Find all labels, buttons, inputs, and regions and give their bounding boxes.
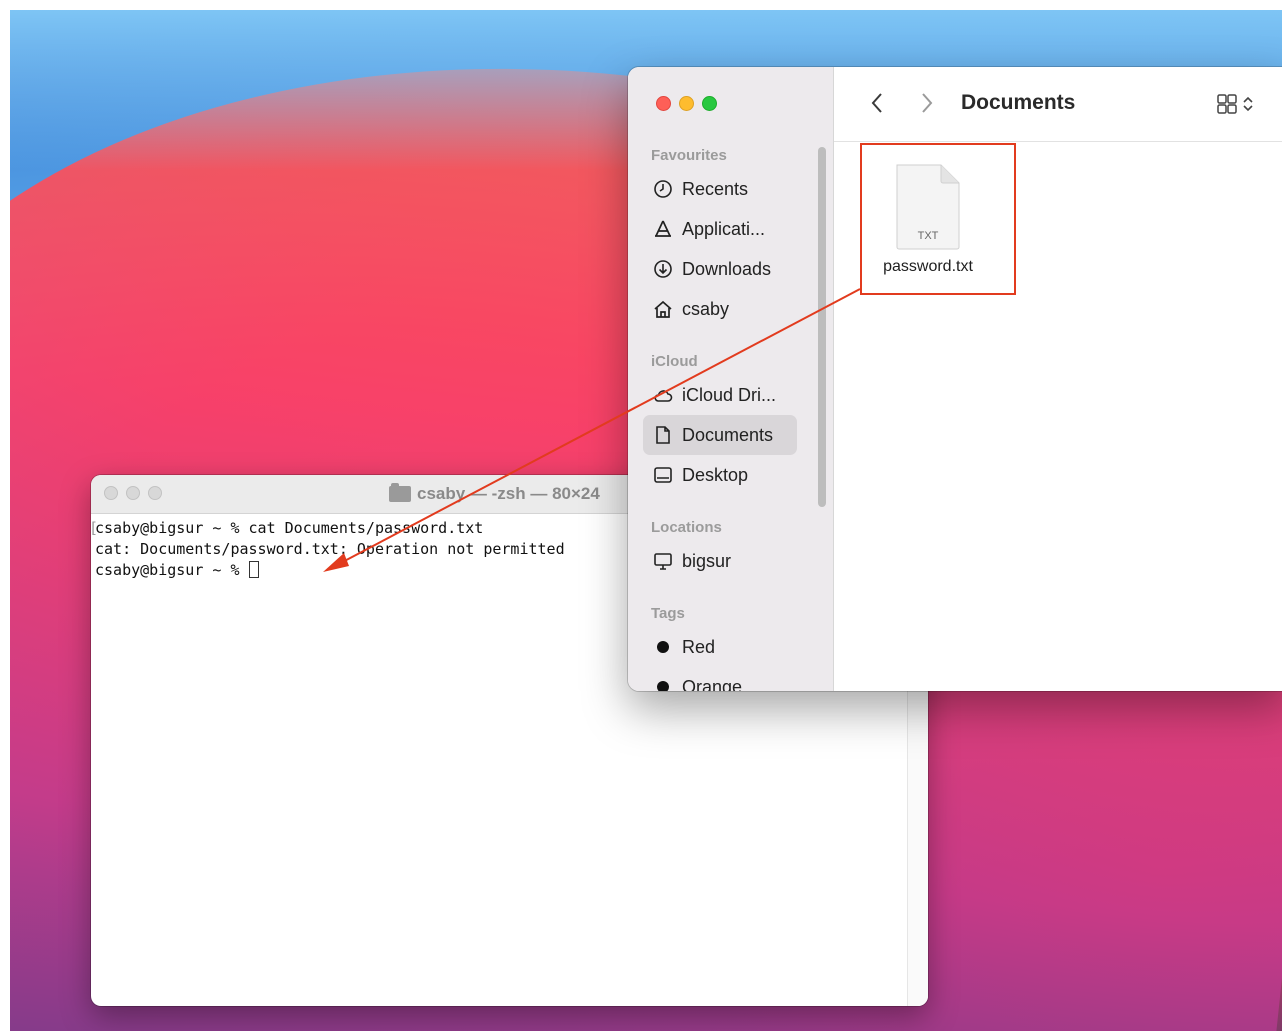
- finder-window-controls: [656, 96, 717, 111]
- terminal-minimize-button[interactable]: [126, 486, 140, 500]
- terminal-prompt: csaby@bigsur ~ %: [95, 561, 249, 579]
- sidebar-item-documents[interactable]: Documents: [643, 415, 797, 455]
- finder-minimize-button[interactable]: [679, 96, 694, 111]
- highlight-box-annotation: [860, 143, 1016, 295]
- sidebar-item-tag-red[interactable]: Red: [643, 627, 797, 667]
- tag-dot-icon: [657, 681, 669, 691]
- terminal-bracket-marker: [: [89, 519, 99, 537]
- computer-icon: [653, 551, 673, 571]
- document-icon: [653, 425, 673, 445]
- sidebar-scrollbar[interactable]: [818, 147, 826, 507]
- finder-toolbar: Documents: [834, 67, 1282, 142]
- sidebar-item-applications[interactable]: Applicati...: [643, 209, 797, 249]
- sidebar-item-label: Desktop: [682, 464, 749, 485]
- sidebar-item-csaby[interactable]: csaby: [643, 289, 797, 329]
- tag-dot-icon: [657, 641, 669, 653]
- sidebar-item-bigsur[interactable]: bigsur: [643, 541, 797, 581]
- sidebar-section-icloud: iCloud: [651, 353, 698, 370]
- clock-icon: [653, 179, 673, 199]
- sidebar-section-tags: Tags: [651, 605, 685, 622]
- applications-icon: [653, 219, 673, 239]
- sidebar-section-locations: Locations: [651, 519, 722, 536]
- desktop-icon: [653, 465, 673, 485]
- terminal-title-text: csaby — -zsh — 80×24: [417, 484, 600, 503]
- download-icon: [653, 259, 673, 279]
- terminal-zoom-button[interactable]: [148, 486, 162, 500]
- sidebar-item-tag-orange[interactable]: Orange: [643, 667, 797, 691]
- sidebar-item-label: Applicati...: [682, 218, 766, 239]
- terminal-title: csaby — -zsh — 80×24: [389, 483, 600, 504]
- home-folder-icon: [389, 483, 411, 502]
- sidebar-item-label: Recents: [682, 178, 749, 199]
- finder-zoom-button[interactable]: [702, 96, 717, 111]
- chevron-updown-icon: [1242, 94, 1254, 119]
- cloud-icon: [653, 385, 673, 405]
- home-icon: [653, 299, 673, 319]
- sidebar-item-label: Downloads: [682, 258, 772, 279]
- sidebar-item-desktop[interactable]: Desktop: [643, 455, 797, 495]
- sidebar-item-label: Orange: [682, 676, 743, 692]
- terminal-cursor: [248, 561, 259, 578]
- sidebar-item-label: csaby: [682, 298, 730, 319]
- terminal-close-button[interactable]: [104, 486, 118, 500]
- sidebar-section-favourites: Favourites: [651, 147, 727, 164]
- grid-view-icon: [1216, 93, 1238, 120]
- finder-close-button[interactable]: [656, 96, 671, 111]
- back-button[interactable]: [868, 91, 888, 115]
- sidebar-item-label: Documents: [682, 424, 774, 445]
- sidebar-item-icloud-drive[interactable]: iCloud Dri...: [643, 375, 797, 415]
- sidebar-item-label: Red: [682, 636, 716, 657]
- sidebar-item-label: bigsur: [682, 550, 732, 571]
- forward-button[interactable]: [916, 91, 936, 115]
- sidebar-item-label: iCloud Dri...: [682, 384, 777, 405]
- finder-window-title: Documents: [961, 91, 1076, 114]
- finder-sidebar: Favourites Recents Applicati... Download…: [628, 67, 834, 691]
- terminal-window-controls: [104, 486, 162, 500]
- view-options-button[interactable]: [1216, 93, 1254, 120]
- sidebar-item-downloads[interactable]: Downloads: [643, 249, 797, 289]
- sidebar-item-recents[interactable]: Recents: [643, 169, 797, 209]
